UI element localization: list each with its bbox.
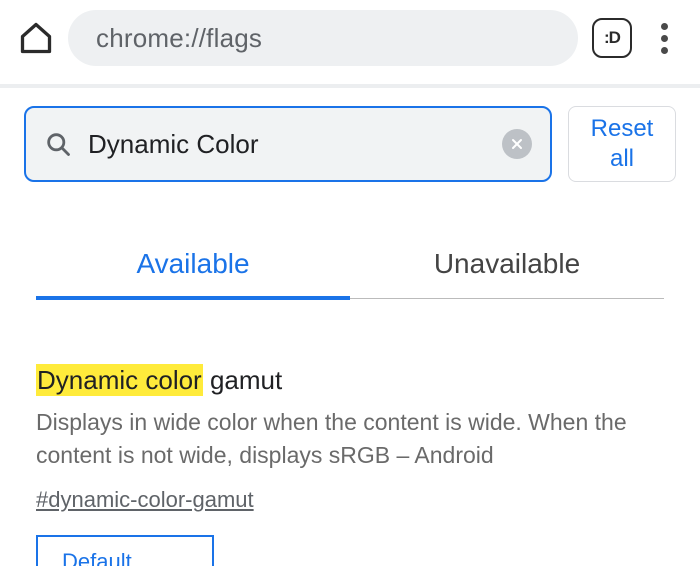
flag-description: Displays in wide color when the content … (36, 406, 664, 473)
clear-search-icon[interactable] (502, 129, 532, 159)
flag-title-rest: gamut (203, 365, 283, 395)
home-icon[interactable] (18, 20, 54, 56)
address-bar[interactable]: chrome://flags (68, 10, 578, 66)
tab-available[interactable]: Available (36, 234, 350, 298)
flag-title-highlight: Dynamic color (36, 364, 203, 396)
reset-all-button[interactable]: Reset all (568, 106, 676, 182)
tab-unavailable[interactable]: Unavailable (350, 234, 664, 298)
flag-result: Dynamic color gamut Displays in wide col… (0, 299, 700, 566)
search-icon (44, 130, 72, 158)
overflow-menu-icon[interactable] (646, 20, 682, 56)
flag-state-dropdown[interactable]: Default (36, 535, 214, 566)
flags-search-box (24, 106, 552, 182)
browser-top-bar: chrome://flags :D (0, 0, 700, 84)
flag-title: Dynamic color gamut (36, 365, 664, 396)
extension-badge[interactable]: :D (592, 18, 632, 58)
flags-search-row: Reset all (0, 88, 700, 206)
flag-anchor-link[interactable]: #dynamic-color-gamut (36, 487, 254, 513)
search-input[interactable] (88, 129, 486, 160)
flags-tabs: Available Unavailable (36, 234, 664, 299)
address-bar-text: chrome://flags (96, 23, 262, 54)
